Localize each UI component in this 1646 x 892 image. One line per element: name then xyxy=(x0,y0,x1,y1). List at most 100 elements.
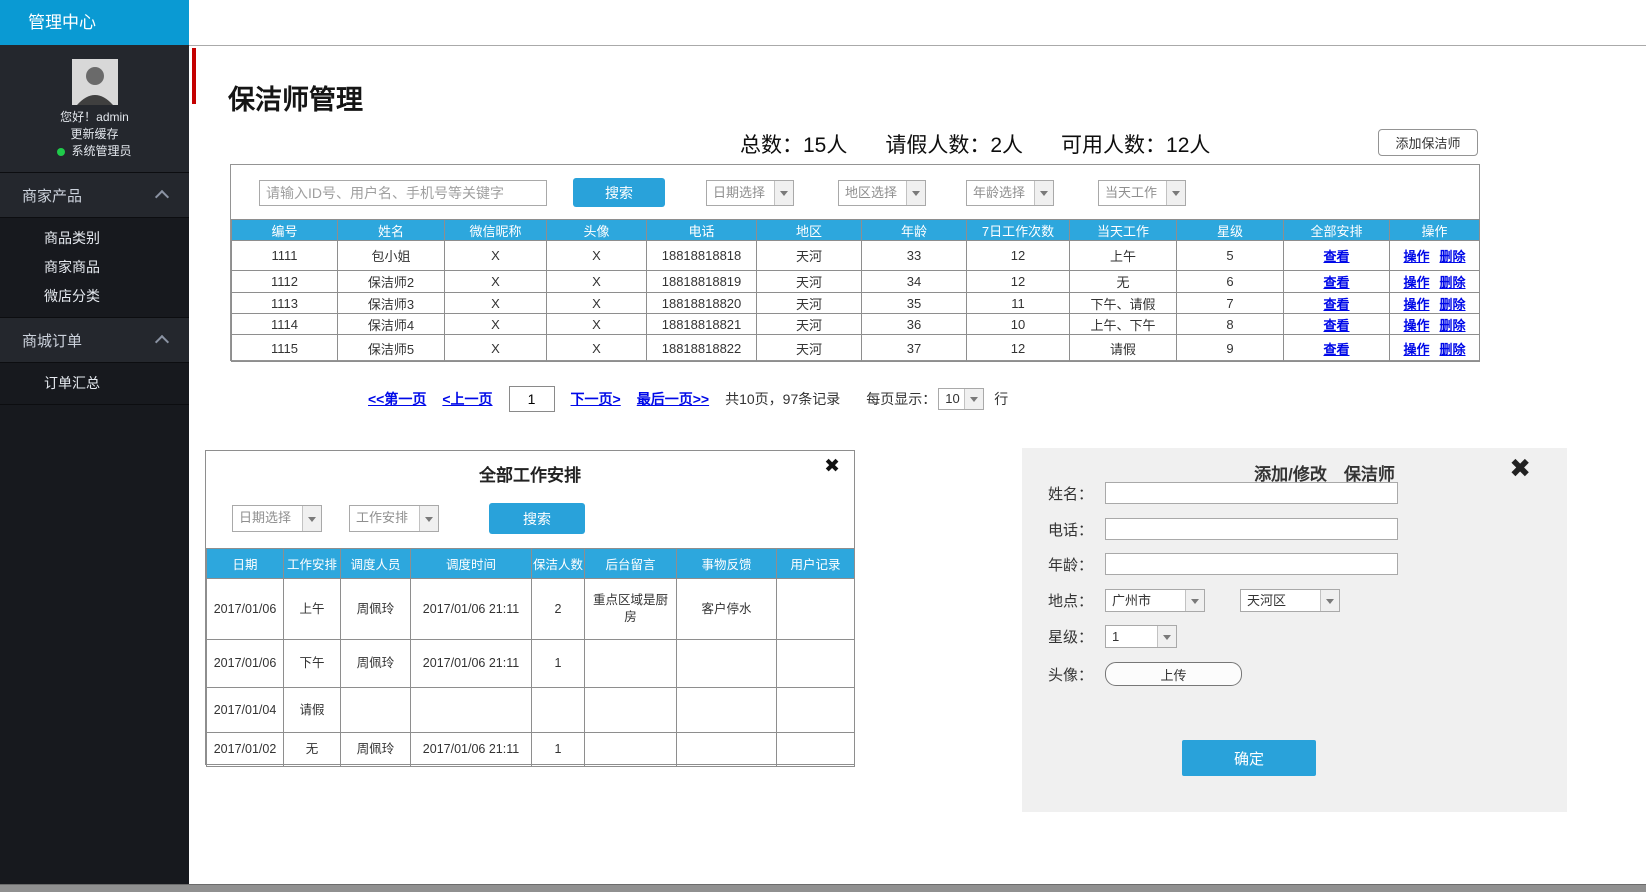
horizontal-scrollbar[interactable] xyxy=(0,884,1646,892)
table-row: 2017/01/04 请假 xyxy=(207,688,855,733)
edit-cleaner-panel: 添加/修改 保洁师 ✖ 姓名： 电话： 年龄： 地点： 广州市 天河区 星 xyxy=(1022,448,1567,812)
name-input[interactable] xyxy=(1105,482,1398,504)
cell-id: 1114 xyxy=(232,314,338,335)
last-page-link[interactable]: 最后一页>> xyxy=(637,389,709,409)
table-row: 2017/01/06 上午 周佩玲 2017/01/06 21:11 2 重点区… xyxy=(207,579,855,640)
cell-memo: 重点区域是厨房 xyxy=(585,579,677,640)
per-page-label: 每页显示： xyxy=(866,389,936,409)
view-link[interactable]: 查看 xyxy=(1323,275,1349,290)
column-header: 操作 xyxy=(1390,220,1480,241)
delete-link[interactable]: 删除 xyxy=(1440,275,1466,290)
cell-stars: 5 xyxy=(1177,241,1284,271)
upload-button[interactable]: 上传 xyxy=(1105,662,1242,686)
cell-phone: 18818818822 xyxy=(647,335,757,362)
sidebar-item-order-summary[interactable]: 订单汇总 xyxy=(0,369,189,398)
cell-wechat: X xyxy=(445,314,547,335)
age-label: 年龄： xyxy=(1048,554,1105,575)
cell-region: 天河 xyxy=(757,335,862,362)
view-link[interactable]: 查看 xyxy=(1323,297,1349,312)
delete-link[interactable]: 删除 xyxy=(1440,249,1466,264)
delete-link[interactable]: 删除 xyxy=(1440,297,1466,312)
modal-shift-select[interactable]: 工作安排 xyxy=(349,505,439,532)
cell-id: 1115 xyxy=(232,335,338,362)
column-header: 地区 xyxy=(757,220,862,241)
sidebar-item-shop-category[interactable]: 微店分类 xyxy=(0,282,189,311)
section-label: 商家产品 xyxy=(22,185,82,206)
close-icon[interactable]: ✖ xyxy=(1509,450,1531,486)
red-scrollbar-thumb[interactable] xyxy=(192,48,196,104)
region-filter-select[interactable]: 地区选择 xyxy=(838,180,926,206)
cell-memo xyxy=(585,640,677,688)
dropdown-arrow-icon xyxy=(906,181,925,205)
first-page-link[interactable]: <<第一页 xyxy=(368,389,426,409)
avatar-label: 头像： xyxy=(1048,664,1105,685)
cell-wechat: X xyxy=(445,241,547,271)
date-filter-select[interactable]: 日期选择 xyxy=(706,180,794,206)
cell-cleaners xyxy=(532,688,585,733)
cell-week-count: 12 xyxy=(967,241,1070,271)
cell-dispatcher xyxy=(341,688,411,733)
view-link[interactable]: 查看 xyxy=(1323,318,1349,333)
cell-memo xyxy=(585,688,677,733)
cell-feedback: 客户停水 xyxy=(677,579,777,640)
sidebar-item-product-category[interactable]: 商品类别 xyxy=(0,224,189,253)
district-select[interactable]: 天河区 xyxy=(1240,589,1340,612)
prev-page-link[interactable]: <上一页 xyxy=(442,389,492,409)
sidebar-section-products[interactable]: 商家产品 xyxy=(0,172,189,217)
age-input[interactable] xyxy=(1105,553,1398,575)
close-icon[interactable]: ✖ xyxy=(824,457,840,476)
confirm-button[interactable]: 确定 xyxy=(1182,740,1316,776)
cell-schedule: 查看 xyxy=(1284,271,1390,293)
table-row: 2017/01/06 下午 周佩玲 2017/01/06 21:11 1 xyxy=(207,640,855,688)
chevron-up-icon xyxy=(155,190,169,204)
per-page-select[interactable]: 10 xyxy=(938,388,984,410)
search-input[interactable] xyxy=(259,180,547,206)
search-button[interactable]: 搜索 xyxy=(573,178,665,207)
cell-today: 请假 xyxy=(1070,335,1177,362)
app-title: 管理中心 xyxy=(28,13,96,32)
sidebar-section-orders[interactable]: 商城订单 xyxy=(0,317,189,362)
cell-name: 保洁师3 xyxy=(338,293,445,314)
menu-group: 商品类别 商家商品 微店分类 xyxy=(0,217,189,317)
modal-search-button[interactable]: 搜索 xyxy=(489,503,585,534)
cell-memo xyxy=(585,733,677,767)
cell-cleaners: 1 xyxy=(532,640,585,688)
cell-week-count: 10 xyxy=(967,314,1070,335)
cell-age: 34 xyxy=(862,271,967,293)
sidebar-item-merchant-goods[interactable]: 商家商品 xyxy=(0,253,189,282)
cell-name: 包小姐 xyxy=(338,241,445,271)
table-row: 1111 包小姐 X X 18818818818 天河 33 12 上午 5 查… xyxy=(232,241,1480,271)
today-work-filter-select[interactable]: 当天工作 xyxy=(1098,180,1186,206)
cell-id: 1113 xyxy=(232,293,338,314)
view-link[interactable]: 查看 xyxy=(1323,342,1349,357)
cell-dispatcher: 周佩玲 xyxy=(341,733,411,767)
phone-input[interactable] xyxy=(1105,518,1398,540)
page-number-input[interactable] xyxy=(509,386,555,412)
add-cleaner-button[interactable]: 添加保洁师 xyxy=(1378,129,1478,156)
dropdown-arrow-icon xyxy=(1185,590,1204,611)
avatar xyxy=(72,59,118,105)
next-page-link[interactable]: 下一页> xyxy=(571,389,621,409)
cell-schedule: 查看 xyxy=(1284,314,1390,335)
operate-link[interactable]: 操作 xyxy=(1403,297,1429,312)
column-header: 年龄 xyxy=(862,220,967,241)
cell-ops: 操作删除 xyxy=(1390,335,1480,362)
cell-phone: 18818818820 xyxy=(647,293,757,314)
refresh-cache-link[interactable]: 更新缓存 xyxy=(0,126,189,143)
operate-link[interactable]: 操作 xyxy=(1403,249,1429,264)
operate-link[interactable]: 操作 xyxy=(1403,275,1429,290)
cell-feedback xyxy=(677,733,777,767)
delete-link[interactable]: 删除 xyxy=(1440,318,1466,333)
phone-field-row: 电话： xyxy=(1048,518,1398,540)
header-divider xyxy=(189,45,1646,46)
operate-link[interactable]: 操作 xyxy=(1403,318,1429,333)
cell-region: 天河 xyxy=(757,293,862,314)
view-link[interactable]: 查看 xyxy=(1323,249,1349,264)
star-select[interactable]: 1 xyxy=(1105,625,1177,648)
stat-total: 总数：15人 xyxy=(740,129,847,159)
modal-date-select[interactable]: 日期选择 xyxy=(232,505,322,532)
age-filter-select[interactable]: 年龄选择 xyxy=(966,180,1054,206)
city-select[interactable]: 广州市 xyxy=(1105,589,1205,612)
operate-link[interactable]: 操作 xyxy=(1403,342,1429,357)
delete-link[interactable]: 删除 xyxy=(1440,342,1466,357)
